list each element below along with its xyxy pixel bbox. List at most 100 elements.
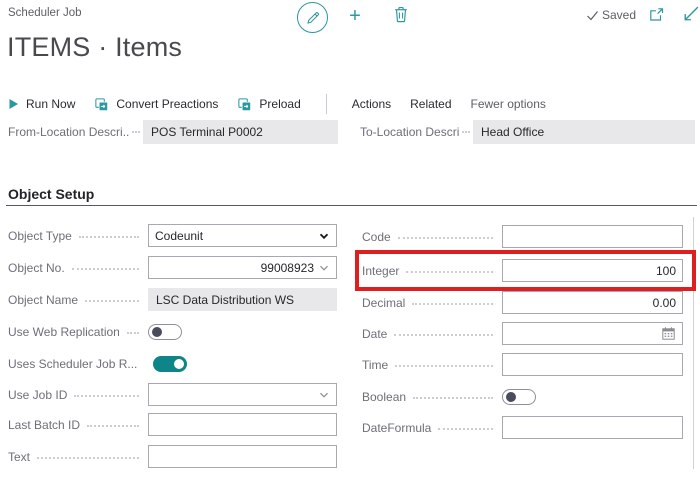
dateformula-row: DateFormula <box>362 416 683 439</box>
popout-icon <box>648 6 665 23</box>
edit-button[interactable] <box>297 2 328 33</box>
collapse-button[interactable] <box>680 4 700 25</box>
dotted-leader <box>398 237 493 239</box>
date-input[interactable] <box>502 322 683 345</box>
code-row: Code <box>362 225 683 248</box>
field-label: Use Job ID <box>8 388 67 402</box>
to-location-field-row: To-Location Descripti... Head Office <box>360 120 695 144</box>
field-label: Time <box>362 358 388 372</box>
fewer-options-button[interactable]: Fewer options <box>471 97 546 111</box>
field-label: Object No. <box>8 261 65 275</box>
text-row: Text <box>8 445 337 468</box>
section-divider <box>6 205 697 206</box>
time-input[interactable] <box>502 353 683 376</box>
dotted-leader <box>438 428 493 430</box>
to-location-label: To-Location Descripti... <box>360 125 459 139</box>
chevron-down-icon <box>318 230 330 242</box>
last-batch-id-row: Last Batch ID <box>8 413 337 436</box>
field-label: Decimal <box>362 296 405 310</box>
play-icon <box>8 98 19 110</box>
dotted-leader <box>406 271 493 273</box>
dotted-leader <box>87 425 139 427</box>
field-label: DateFormula <box>362 421 431 435</box>
from-location-label: From-Location Descri... <box>8 125 129 139</box>
from-location-value[interactable]: POS Terminal P0002 <box>143 120 338 144</box>
scheduler-job-page: { "page": { "caption": "Scheduler Job", … <box>0 0 700 487</box>
boolean-row: Boolean <box>362 385 683 408</box>
delete-button[interactable] <box>393 6 409 23</box>
check-icon <box>586 9 599 22</box>
scrollbar-line[interactable] <box>693 217 694 469</box>
copy-arrow-icon <box>237 97 252 112</box>
run-now-button[interactable]: Run Now <box>8 97 75 111</box>
integer-row: Integer 100 <box>362 259 683 282</box>
dotted-leader <box>72 268 139 270</box>
save-status: Saved <box>586 8 636 22</box>
integer-input[interactable]: 100 <box>502 259 683 282</box>
field-label: Object Type <box>8 229 72 243</box>
chevron-down-icon[interactable] <box>318 389 330 401</box>
actions-menu[interactable]: Actions <box>352 97 391 111</box>
from-location-field-row: From-Location Descri... POS Terminal P00… <box>8 120 338 144</box>
plus-icon: + <box>349 8 361 24</box>
page-caption: Scheduler Job <box>8 7 82 19</box>
dotted-leader <box>394 334 493 336</box>
object-type-row: Object Type Codeunit <box>8 224 337 247</box>
use-job-id-input[interactable] <box>148 383 337 406</box>
date-row: Date <box>362 322 683 345</box>
field-label: Uses Scheduler Job R... <box>8 357 137 371</box>
dotted-leader <box>462 131 470 133</box>
trash-icon <box>393 6 409 23</box>
time-row: Time <box>362 353 683 376</box>
save-status-label: Saved <box>602 8 636 22</box>
use-web-replication-toggle[interactable] <box>148 324 182 340</box>
object-setup-section-title: Object Setup <box>8 186 94 202</box>
code-input[interactable] <box>502 225 683 248</box>
convert-preactions-button[interactable]: Convert Preactions <box>94 97 218 112</box>
decimal-row: Decimal 0.00 <box>362 291 683 314</box>
copy-arrow-icon <box>94 97 109 112</box>
diagonal-arrow-icon <box>680 4 700 25</box>
to-location-value[interactable]: Head Office <box>473 120 695 144</box>
object-type-select[interactable]: Codeunit <box>148 224 337 247</box>
field-label: Use Web Replication <box>8 325 120 339</box>
uses-scheduler-job-row: Uses Scheduler Job R... <box>8 352 337 375</box>
page-title: ITEMS · Items <box>7 32 182 63</box>
dotted-leader <box>412 303 493 305</box>
dotted-leader <box>127 332 139 334</box>
dotted-leader <box>74 395 139 397</box>
decimal-input[interactable]: 0.00 <box>502 291 683 314</box>
object-no-input[interactable]: 99008923 <box>148 256 337 279</box>
toggle-knob <box>152 327 162 337</box>
related-menu[interactable]: Related <box>410 97 451 111</box>
dotted-leader <box>79 236 139 238</box>
field-label: Integer <box>362 264 399 278</box>
chevron-down-icon[interactable] <box>318 262 330 274</box>
toggle-knob <box>506 392 516 402</box>
calendar-icon[interactable] <box>661 326 676 341</box>
dateformula-input[interactable] <box>502 416 683 439</box>
last-batch-id-input[interactable] <box>148 413 337 436</box>
action-bar: Run Now Convert Preactions Preload Actio… <box>8 92 546 116</box>
boolean-toggle[interactable] <box>502 389 536 405</box>
uses-scheduler-job-toggle[interactable] <box>153 356 187 372</box>
field-label: Date <box>362 327 387 341</box>
field-label: Last Batch ID <box>8 418 80 432</box>
field-label: Code <box>362 230 391 244</box>
preload-button[interactable]: Preload <box>237 97 300 112</box>
dotted-leader <box>132 131 140 133</box>
use-web-replication-row: Use Web Replication <box>8 320 337 343</box>
open-in-new-window-button[interactable] <box>648 6 665 23</box>
object-no-row: Object No. 99008923 <box>8 256 337 279</box>
field-label: Object Name <box>8 293 78 307</box>
dotted-leader <box>85 300 139 302</box>
field-label: Text <box>8 450 30 464</box>
dotted-leader <box>413 397 493 399</box>
text-input[interactable] <box>148 445 337 468</box>
new-record-button[interactable]: + <box>346 7 364 25</box>
action-bar-divider <box>326 94 327 114</box>
field-label: Boolean <box>362 390 406 404</box>
object-name-field: LSC Data Distribution WS <box>148 288 337 311</box>
use-job-id-row: Use Job ID <box>8 383 337 406</box>
toggle-knob <box>174 359 184 369</box>
